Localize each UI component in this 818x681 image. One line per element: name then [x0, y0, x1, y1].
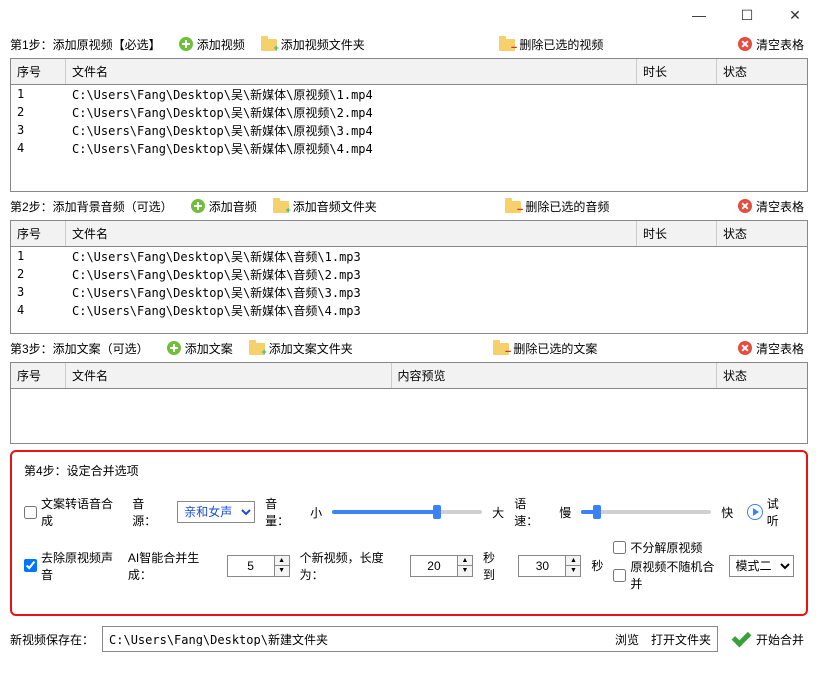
save-path-input[interactable]: [103, 632, 609, 646]
step2-label: 第2步：添加背景音频（可选）: [10, 198, 173, 215]
volume-max: 大: [492, 504, 504, 521]
folder-add-icon: [261, 39, 277, 51]
length-mid-label: 秒 到: [483, 549, 508, 583]
step4-panel: 第4步：设定合并选项 文案转语音合成 音源： 亲和女声 音量： 小 大 语速： …: [10, 450, 808, 616]
table-row[interactable]: 4C:\Users\Fang\Desktop\吴\新媒体\原视频\4.mp4: [11, 139, 807, 157]
clear-video-button[interactable]: 清空表格: [734, 34, 808, 55]
count-input[interactable]: ▲▼: [227, 555, 290, 577]
browse-button[interactable]: 浏览: [609, 631, 645, 648]
add-icon: [167, 341, 181, 355]
voice-select[interactable]: 亲和女声: [177, 501, 255, 523]
close-button[interactable]: ✕: [780, 5, 810, 25]
open-folder-button[interactable]: 打开文件夹: [645, 631, 717, 648]
length-from-input[interactable]: ▲▼: [410, 555, 473, 577]
folder-add-icon: [273, 201, 289, 213]
add-script-folder-button[interactable]: 添加文案文件夹: [245, 338, 357, 359]
folder-add-icon: [249, 343, 265, 355]
norandom-checkbox[interactable]: 原视频不随机合并: [613, 558, 718, 592]
video-grid: 序号 文件名 时长 状态 1C:\Users\Fang\Desktop\吴\新媒…: [10, 58, 808, 192]
clear-icon: [738, 341, 752, 355]
delete-video-button[interactable]: 删除已选的视频: [495, 34, 607, 55]
col-stat[interactable]: 状态: [717, 221, 807, 246]
col-dur[interactable]: 时长: [637, 59, 717, 84]
tts-checkbox[interactable]: 文案转语音合成: [24, 495, 122, 529]
add-audio-folder-button[interactable]: 添加音频文件夹: [269, 196, 381, 217]
script-grid: 序号 文件名 内容预览 状态: [10, 362, 808, 444]
spin-up-icon[interactable]: ▲: [458, 556, 472, 567]
spin-up-icon[interactable]: ▲: [566, 556, 580, 567]
clear-audio-button[interactable]: 清空表格: [734, 196, 808, 217]
speed-min: 慢: [559, 504, 571, 521]
table-row[interactable]: 1C:\Users\Fang\Desktop\吴\新媒体\原视频\1.mp4: [11, 85, 807, 103]
maximize-button[interactable]: ☐: [732, 5, 762, 25]
step2-toolbar: 第2步：添加背景音频（可选） 添加音频 添加音频文件夹 删除已选的音频 清空表格: [10, 192, 808, 220]
folder-delete-icon: [505, 201, 521, 213]
volume-slider[interactable]: [332, 510, 482, 514]
speed-max: 快: [721, 504, 733, 521]
volume-label: 音量：: [265, 495, 300, 529]
delete-script-button[interactable]: 删除已选的文案: [489, 338, 601, 359]
volume-min: 小: [310, 504, 322, 521]
add-icon: [179, 37, 193, 51]
clear-icon: [738, 37, 752, 51]
folder-delete-icon: [493, 343, 509, 355]
col-name[interactable]: 文件名: [66, 221, 637, 246]
save-path-box: 浏览 打开文件夹: [102, 626, 718, 652]
bottom-bar: 新视频保存在： 浏览 打开文件夹 开始合并: [10, 626, 808, 652]
col-seq[interactable]: 序号: [11, 221, 66, 246]
step1-toolbar: 第1步：添加原视频【必选】 添加视频 添加视频文件夹 删除已选的视频 清空表格: [10, 30, 808, 58]
save-path-label: 新视频保存在：: [10, 631, 94, 648]
spin-down-icon[interactable]: ▼: [275, 566, 289, 576]
length-suffix: 秒: [591, 557, 603, 574]
add-video-button[interactable]: 添加视频: [175, 34, 249, 55]
step3-label: 第3步：添加文案（可选）: [10, 340, 149, 357]
col-seq[interactable]: 序号: [11, 363, 66, 388]
length-to-input[interactable]: ▲▼: [518, 555, 581, 577]
folder-delete-icon: [499, 39, 515, 51]
spin-up-icon[interactable]: ▲: [275, 556, 289, 567]
col-dur[interactable]: 时长: [637, 221, 717, 246]
audio-grid: 序号 文件名 时长 状态 1C:\Users\Fang\Desktop\吴\新媒…: [10, 220, 808, 334]
col-name[interactable]: 文件名: [66, 363, 392, 388]
ai-merge-label: AI智能合并生成：: [128, 549, 217, 583]
table-row[interactable]: 4C:\Users\Fang\Desktop\吴\新媒体\音频\4.mp3: [11, 301, 807, 319]
speed-label: 语速：: [514, 495, 549, 529]
preview-button[interactable]: 试听: [743, 493, 794, 531]
col-name[interactable]: 文件名: [66, 59, 637, 84]
spin-down-icon[interactable]: ▼: [566, 566, 580, 576]
titlebar: ― ☐ ✕: [0, 0, 818, 30]
clear-script-button[interactable]: 清空表格: [734, 338, 808, 359]
table-row[interactable]: 3C:\Users\Fang\Desktop\吴\新媒体\原视频\3.mp4: [11, 121, 807, 139]
speed-slider[interactable]: [581, 510, 711, 514]
step1-label: 第1步：添加原视频【必选】: [10, 36, 161, 53]
add-audio-button[interactable]: 添加音频: [187, 196, 261, 217]
minimize-button[interactable]: ―: [684, 5, 714, 25]
table-row[interactable]: 2C:\Users\Fang\Desktop\吴\新媒体\音频\2.mp3: [11, 265, 807, 283]
add-icon: [191, 199, 205, 213]
delete-audio-button[interactable]: 删除已选的音频: [501, 196, 613, 217]
count-suffix: 个新视频，长度为：: [300, 549, 400, 583]
col-preview[interactable]: 内容预览: [392, 363, 718, 388]
table-row[interactable]: 2C:\Users\Fang\Desktop\吴\新媒体\原视频\2.mp4: [11, 103, 807, 121]
clear-icon: [738, 199, 752, 213]
remove-original-audio-checkbox[interactable]: 去除原视频声音: [24, 549, 118, 583]
step3-toolbar: 第3步：添加文案（可选） 添加文案 添加文案文件夹 删除已选的文案 清空表格: [10, 334, 808, 362]
add-video-folder-button[interactable]: 添加视频文件夹: [257, 34, 369, 55]
table-row[interactable]: 3C:\Users\Fang\Desktop\吴\新媒体\音频\3.mp3: [11, 283, 807, 301]
start-merge-button[interactable]: 开始合并: [726, 628, 808, 650]
col-stat[interactable]: 状态: [717, 363, 807, 388]
nosplit-checkbox[interactable]: 不分解原视频: [613, 539, 718, 556]
play-icon: [747, 504, 763, 520]
mode-select[interactable]: 模式二: [729, 555, 795, 577]
voice-label: 音源：: [132, 495, 167, 529]
check-icon: [730, 630, 752, 648]
col-seq[interactable]: 序号: [11, 59, 66, 84]
add-script-button[interactable]: 添加文案: [163, 338, 237, 359]
step4-title: 第4步：设定合并选项: [24, 462, 794, 479]
spin-down-icon[interactable]: ▼: [458, 566, 472, 576]
table-row[interactable]: 1C:\Users\Fang\Desktop\吴\新媒体\音频\1.mp3: [11, 247, 807, 265]
col-stat[interactable]: 状态: [717, 59, 807, 84]
